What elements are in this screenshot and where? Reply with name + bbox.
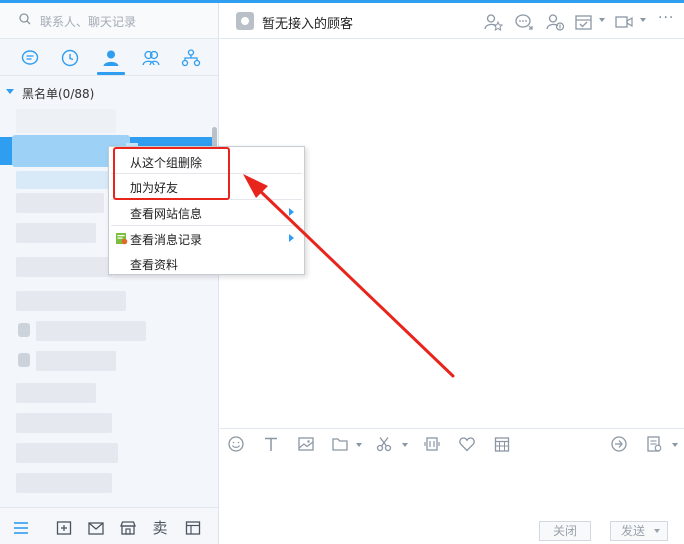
message-input-area[interactable]: 关闭 发送 bbox=[220, 460, 684, 544]
tab-contacts[interactable] bbox=[97, 48, 125, 75]
nav-tabs bbox=[0, 40, 218, 76]
chat-bubble-icon bbox=[21, 50, 39, 65]
quick-reply-icon bbox=[611, 436, 627, 452]
emoji-button[interactable] bbox=[227, 435, 245, 453]
close-button[interactable]: 关闭 bbox=[539, 521, 591, 541]
menu-icon bbox=[14, 522, 28, 534]
folder-icon bbox=[332, 438, 348, 451]
group-label: 黑名单(0/88) bbox=[22, 87, 95, 101]
menu-item-view-message-history[interactable]: 查看消息记录 bbox=[109, 226, 304, 250]
template-dropdown-icon[interactable] bbox=[672, 443, 678, 447]
sound-icon bbox=[424, 437, 440, 451]
list-item[interactable] bbox=[16, 257, 112, 277]
bottom-bar: 卖 bbox=[0, 507, 218, 544]
invite-icon bbox=[484, 14, 504, 31]
plus-window-icon bbox=[56, 521, 72, 535]
send-dropdown-icon[interactable] bbox=[654, 529, 660, 533]
annotation-highlight-box bbox=[113, 147, 230, 200]
submenu-arrow-icon bbox=[289, 208, 294, 216]
visitor-avatar bbox=[236, 12, 254, 30]
avatar bbox=[18, 323, 30, 337]
schedule-button[interactable] bbox=[574, 12, 594, 32]
sound-button[interactable] bbox=[423, 435, 441, 453]
mail-icon bbox=[88, 522, 104, 535]
sell-icon[interactable]: 卖 bbox=[151, 519, 169, 537]
video-icon bbox=[615, 16, 633, 28]
search-input[interactable]: 联系人、聊天记录 bbox=[40, 13, 136, 30]
list-item[interactable] bbox=[16, 109, 116, 133]
list-item[interactable] bbox=[36, 351, 116, 371]
list-item[interactable] bbox=[16, 193, 104, 213]
list-item[interactable] bbox=[16, 473, 112, 493]
screenshot-dropdown-icon[interactable] bbox=[402, 443, 408, 447]
more-icon[interactable]: ··· bbox=[658, 10, 674, 26]
customer-icon bbox=[546, 14, 565, 31]
list-item[interactable] bbox=[16, 383, 96, 403]
list-item[interactable] bbox=[16, 291, 126, 311]
video-button[interactable] bbox=[614, 12, 634, 32]
invite-button[interactable] bbox=[483, 12, 504, 32]
template-icon bbox=[647, 436, 662, 452]
schedule-dropdown-icon[interactable] bbox=[599, 18, 605, 22]
group-icon bbox=[142, 50, 160, 66]
group-header-blacklist[interactable]: 黑名单(0/88) bbox=[0, 82, 218, 104]
menu-item-label: 查看资料 bbox=[130, 258, 179, 272]
person-icon bbox=[103, 50, 119, 66]
menu-item-label: 查看消息记录 bbox=[130, 233, 203, 247]
mail-button[interactable] bbox=[87, 519, 105, 537]
customer-info-button[interactable] bbox=[545, 12, 565, 32]
video-dropdown-icon[interactable] bbox=[640, 18, 646, 22]
calendar-icon bbox=[494, 437, 510, 452]
send-button[interactable]: 发送 bbox=[610, 521, 668, 541]
image-icon bbox=[298, 437, 314, 451]
menu-button[interactable] bbox=[12, 519, 30, 537]
chat-title: 暂无接入的顾客 bbox=[262, 17, 354, 32]
tab-groups[interactable] bbox=[141, 48, 161, 68]
favorite-icon bbox=[459, 437, 475, 452]
menu-item-view-profile[interactable]: 查看资料 bbox=[109, 251, 304, 275]
font-button[interactable] bbox=[262, 435, 280, 453]
search-icon bbox=[19, 13, 31, 25]
folder-dropdown-icon[interactable] bbox=[356, 443, 362, 447]
input-toolbar bbox=[220, 428, 684, 460]
list-item[interactable] bbox=[36, 321, 146, 341]
list-item[interactable] bbox=[16, 171, 112, 189]
transfer-chat-button[interactable] bbox=[514, 12, 534, 32]
screenshot-button[interactable] bbox=[375, 435, 393, 453]
menu-item-label: 查看网站信息 bbox=[130, 207, 203, 221]
layout-button[interactable] bbox=[184, 519, 202, 537]
tab-organization[interactable] bbox=[181, 48, 201, 68]
image-button[interactable] bbox=[297, 435, 315, 453]
tab-recent-sessions[interactable] bbox=[20, 48, 40, 68]
font-icon bbox=[265, 437, 277, 451]
list-item[interactable] bbox=[16, 413, 112, 433]
search-box[interactable]: 联系人、聊天记录 bbox=[0, 3, 218, 39]
list-item[interactable] bbox=[16, 223, 96, 243]
schedule-icon bbox=[575, 15, 592, 30]
screenshot-icon bbox=[376, 437, 392, 452]
tab-history[interactable] bbox=[60, 48, 80, 68]
transfer-chat-icon bbox=[515, 14, 533, 30]
chat-history-icon bbox=[116, 233, 128, 245]
send-label: 发送 bbox=[620, 524, 645, 538]
emoji-icon bbox=[228, 436, 244, 452]
layout-icon bbox=[185, 521, 201, 535]
quick-reply-button[interactable] bbox=[610, 435, 628, 453]
expand-triangle-icon bbox=[6, 89, 14, 94]
clock-icon bbox=[61, 49, 79, 67]
folder-button[interactable] bbox=[331, 435, 349, 453]
list-item[interactable] bbox=[16, 443, 118, 463]
shop-button[interactable] bbox=[119, 519, 137, 537]
org-chart-icon bbox=[181, 49, 201, 67]
calendar-button[interactable] bbox=[493, 435, 511, 453]
shop-icon bbox=[120, 521, 136, 535]
template-button[interactable] bbox=[645, 435, 663, 453]
chat-header: 暂无接入的顾客 ··· bbox=[220, 3, 684, 39]
avatar bbox=[18, 353, 30, 367]
submenu-arrow-icon bbox=[289, 234, 294, 242]
favorite-button[interactable] bbox=[458, 435, 476, 453]
menu-item-view-site-info[interactable]: 查看网站信息 bbox=[109, 200, 304, 224]
new-window-button[interactable] bbox=[55, 519, 73, 537]
